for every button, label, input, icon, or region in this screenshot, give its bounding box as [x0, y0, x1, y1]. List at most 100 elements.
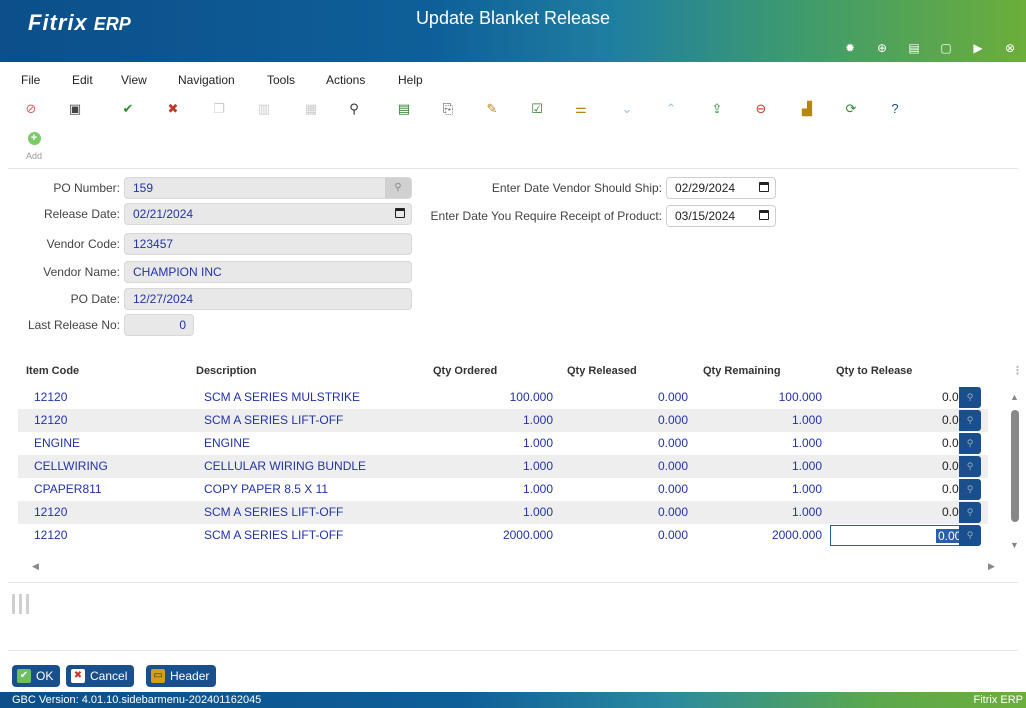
export-icon[interactable]: ⇪ — [708, 100, 726, 118]
ok-label: OK — [36, 669, 54, 683]
table-row[interactable]: CELLWIRING CELLULAR WIRING BUNDLE 1.000 … — [18, 455, 988, 478]
cancel-icon[interactable]: ✖ — [164, 100, 182, 118]
item-code-cell: 12120 — [34, 528, 68, 542]
lookup-icon[interactable]: ⚲ — [959, 456, 981, 477]
scroll-up-icon[interactable]: ▲ — [1010, 392, 1019, 402]
qty-ordered-cell: 1.000 — [522, 459, 553, 473]
calendar-icon[interactable] — [395, 208, 405, 218]
qty-to-release-input[interactable]: 0.000 — [831, 479, 978, 500]
cancel-button[interactable]: ✖ Cancel — [66, 665, 135, 687]
menu-view[interactable]: View — [121, 70, 147, 90]
table-row[interactable]: 12120 SCM A SERIES LIFT-OFF 1.000 0.000 … — [18, 501, 988, 524]
po-number-field[interactable]: 159 ⚲ — [124, 177, 412, 199]
calendar-icon[interactable] — [759, 182, 769, 192]
col-qty-to-release[interactable]: Qty to Release — [836, 360, 912, 382]
menu-file[interactable]: File — [21, 70, 40, 90]
zoom-icon[interactable]: ⚲ — [345, 100, 363, 118]
accept-icon[interactable]: ✔ — [119, 100, 137, 118]
document-icon[interactable]: ▤ — [898, 38, 930, 58]
qty-to-release-input[interactable]: 0.000 — [831, 456, 978, 477]
resize-handle[interactable] — [12, 594, 38, 616]
item-code-cell: 12120 — [34, 390, 68, 404]
description-cell: CELLULAR WIRING BUNDLE — [204, 459, 367, 473]
qty-remaining-cell: 1.000 — [791, 459, 822, 473]
item-code-cell: CELLWIRING — [34, 459, 108, 473]
notes-icon[interactable]: ✎ — [483, 100, 501, 118]
gear-icon[interactable]: ✹ — [834, 38, 866, 58]
column-menu-icon[interactable]: ⋮ — [1012, 360, 1023, 382]
qty-to-release-input[interactable]: 0.000 — [831, 502, 978, 523]
col-qty-remaining[interactable]: Qty Remaining — [703, 360, 781, 382]
description-cell: SCM A SERIES LIFT-OFF — [204, 505, 344, 519]
play-icon[interactable]: ▶ — [962, 38, 994, 58]
menu-navigation[interactable]: Navigation — [178, 70, 235, 90]
stop-icon[interactable]: ⊘ — [22, 100, 40, 118]
copy-records-icon[interactable]: ▣ — [66, 100, 84, 118]
ok-button[interactable]: ✔ OK — [12, 665, 61, 687]
scroll-right-icon[interactable]: ▶ — [988, 561, 995, 572]
table-row[interactable]: 12120 SCM A SERIES LIFT-OFF 1.000 0.000 … — [18, 409, 988, 432]
scroll-thumb[interactable] — [1011, 410, 1019, 522]
receipt-date-field[interactable]: 03/15/2024 — [666, 205, 776, 227]
qty-to-release-input-active[interactable]: 0.000 — [830, 525, 977, 546]
table-row[interactable]: ENGINE ENGINE 1.000 0.000 1.000 0.000 ⚲ — [18, 432, 988, 455]
release-date-label: Release Date: — [43, 207, 120, 221]
menu-tools[interactable]: Tools — [267, 70, 295, 90]
add-label: Add — [25, 151, 42, 161]
remove-icon[interactable]: ⊖ — [752, 100, 770, 118]
refresh-icon[interactable]: ⟳ — [842, 100, 860, 118]
col-qty-ordered[interactable]: Qty Ordered — [433, 360, 497, 382]
ship-date-field[interactable]: 02/29/2024 — [666, 177, 776, 199]
description-cell: SCM A SERIES MULSTRIKE — [204, 390, 361, 404]
check-icon: ✔ — [17, 669, 31, 683]
qty-to-release-input[interactable]: 0.000 — [831, 433, 978, 454]
new-document-icon[interactable]: ▢ — [930, 38, 962, 58]
add-button[interactable]: + Add — [22, 132, 46, 162]
col-qty-released[interactable]: Qty Released — [567, 360, 637, 382]
close-icon[interactable]: ⊗ — [994, 38, 1026, 58]
po-date-value: 12/27/2024 — [133, 292, 194, 306]
release-date-field[interactable]: 02/21/2024 — [124, 203, 412, 225]
qty-to-release-input[interactable]: 0.000 — [831, 387, 978, 408]
table-row[interactable]: 12120 SCM A SERIES LIFT-OFF 2000.000 0.0… — [18, 524, 988, 547]
arrow-up-icon[interactable]: ⌃ — [662, 100, 680, 118]
po-number-label: PO Number: — [53, 181, 120, 195]
attach-icon[interactable]: ⎘ — [439, 100, 457, 118]
table-row[interactable]: CPAPER811 COPY PAPER 8.5 X 11 1.000 0.00… — [18, 478, 988, 501]
header-button[interactable]: ▭ Header — [146, 665, 217, 687]
po-date-label: PO Date: — [70, 292, 120, 306]
scroll-down-icon[interactable]: ▼ — [1010, 540, 1019, 550]
lookup-icon[interactable]: ⚲ — [959, 433, 981, 454]
qty-to-release-input[interactable]: 0.000 — [831, 410, 978, 431]
lookup-icon[interactable]: ⚲ — [959, 387, 981, 408]
menu-actions[interactable]: Actions — [326, 70, 365, 90]
lookup-icon[interactable]: ⚲ — [959, 479, 981, 500]
col-item-code[interactable]: Item Code — [26, 360, 79, 382]
menu-edit[interactable]: Edit — [72, 70, 93, 90]
arrow-down-icon[interactable]: ⌄ — [618, 100, 636, 118]
lookup-icon[interactable]: ⚲ — [959, 525, 981, 546]
table-row[interactable]: 12120 SCM A SERIES MULSTRIKE 100.000 0.0… — [18, 386, 988, 409]
menu-help[interactable]: Help — [398, 70, 423, 90]
status-bar: GBC Version: 4.01.10.sidebarmenu-2024011… — [0, 692, 1026, 708]
report-icon[interactable]: ⚌ — [572, 100, 590, 118]
scroll-left-icon[interactable]: ◀ — [32, 561, 39, 572]
qty-released-cell: 0.000 — [657, 413, 688, 427]
globe-icon[interactable]: ⊕ — [866, 38, 898, 58]
calendar-icon[interactable] — [759, 210, 769, 220]
lookup-icon[interactable]: ⚲ — [959, 410, 981, 431]
chart-icon[interactable]: ▟ — [798, 100, 816, 118]
panel-divider — [8, 582, 1018, 583]
vendor-name-label: Vendor Name: — [43, 265, 120, 279]
help-icon[interactable]: ? — [886, 100, 904, 118]
lookup-icon[interactable]: ⚲ — [959, 502, 981, 523]
vertical-scrollbar[interactable]: ▲ ▼ — [1008, 388, 1022, 550]
checklist-icon[interactable]: ☑ — [528, 100, 546, 118]
col-description[interactable]: Description — [196, 360, 257, 382]
po-number-value: 159 — [133, 181, 154, 195]
qty-remaining-cell: 1.000 — [791, 436, 822, 450]
calendar-icon[interactable]: ▤ — [395, 100, 413, 118]
item-code-cell: CPAPER811 — [34, 482, 102, 496]
lookup-icon[interactable]: ⚲ — [385, 178, 411, 198]
ship-date-label: Enter Date Vendor Should Ship: — [491, 181, 662, 195]
